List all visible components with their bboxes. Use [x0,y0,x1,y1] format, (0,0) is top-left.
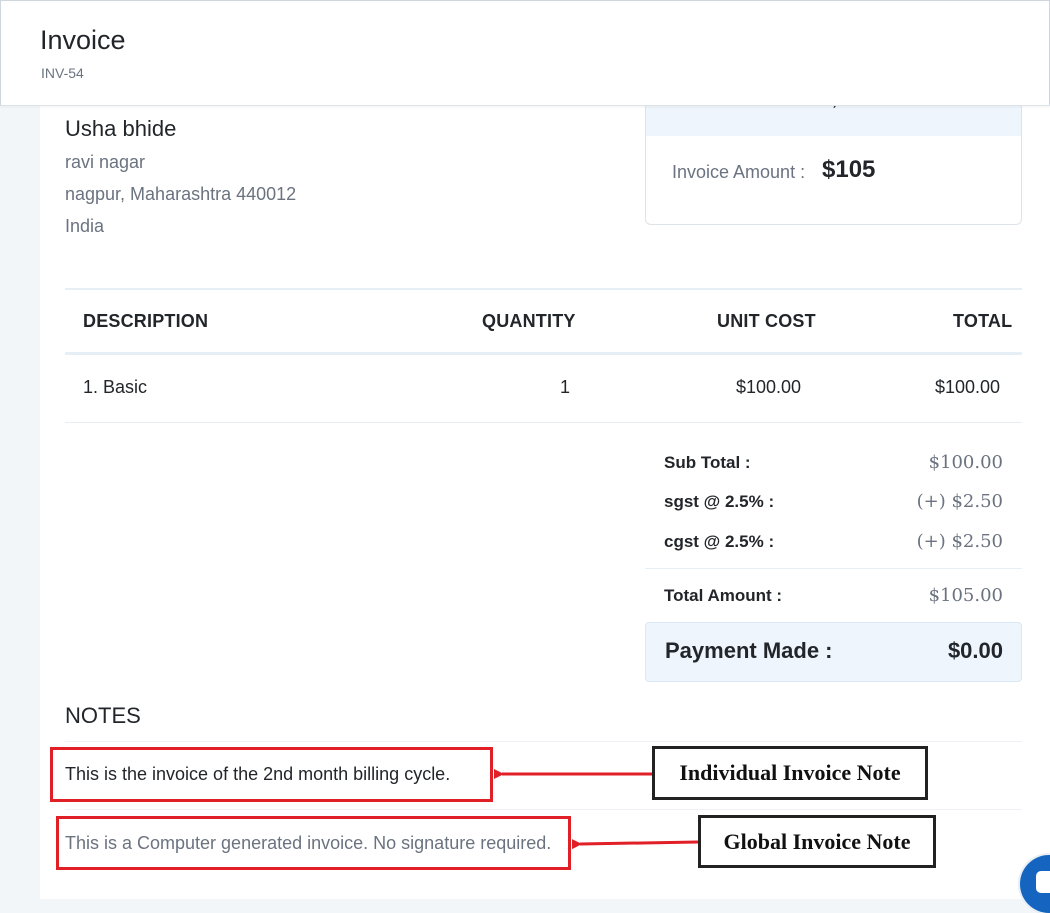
invoice-number: INV-54 [41,65,84,81]
global-note-callout: Global Invoice Note [698,815,936,868]
row-total: $100.00 [935,377,1001,397]
notes-heading: NOTES [65,703,141,728]
cgst-label: cgst @ 2.5% : [664,532,775,551]
row-unit-cost: $100.00 [736,377,802,397]
row-description: 1. Basic [83,377,148,397]
column-header-description: DESCRIPTION [83,311,209,331]
column-header-total: TOTAL [953,311,1013,331]
total-amount-label: Total Amount : [664,586,783,605]
notes-divider-top [65,741,1022,742]
table-top-divider [65,288,1022,290]
address-line-2: nagpur, Maharashtra 440012 [65,184,297,204]
cgst-value: (+) $2.50 [916,531,1003,552]
address-line-1: ravi nagar [65,152,146,172]
totals-divider [645,568,1022,569]
table-bottom-divider [65,422,1022,423]
page-background-strip [0,0,40,899]
sgst-value: (+) $2.50 [916,491,1003,512]
individual-note-highlight [50,747,493,802]
customer-name: Usha bhide [65,116,177,141]
column-header-quantity: QUANTITY [482,311,576,331]
sub-total-label: Sub Total : [664,453,751,472]
column-header-unit-cost: UNIT COST [717,311,816,331]
invoice-amount-value: $105 [822,156,876,183]
chat-icon [1036,871,1050,893]
invoice-summary-card: Order Date : Jul 09, 2021 Invoice Amount… [645,95,1022,225]
table-header-divider [65,352,1022,355]
payment-made-box: Payment Made : $0.00 [645,622,1022,682]
sgst-label: sgst @ 2.5% : [664,492,775,511]
page-title: Invoice [40,25,126,55]
individual-note-callout: Individual Invoice Note [652,746,928,800]
invoice-amount-label: Invoice Amount : [672,162,806,182]
total-amount-value: $105.00 [928,585,1003,606]
payment-made-value: $0.00 [947,638,1003,663]
payment-made-label: Payment Made : [665,638,833,663]
modal-header: Invoice INV-54 [0,0,1050,106]
notes-divider-middle [65,809,1022,810]
sub-total-value: $100.00 [928,452,1003,473]
address-country: India [65,216,105,236]
row-quantity: 1 [560,377,571,397]
global-note-highlight [56,816,571,870]
